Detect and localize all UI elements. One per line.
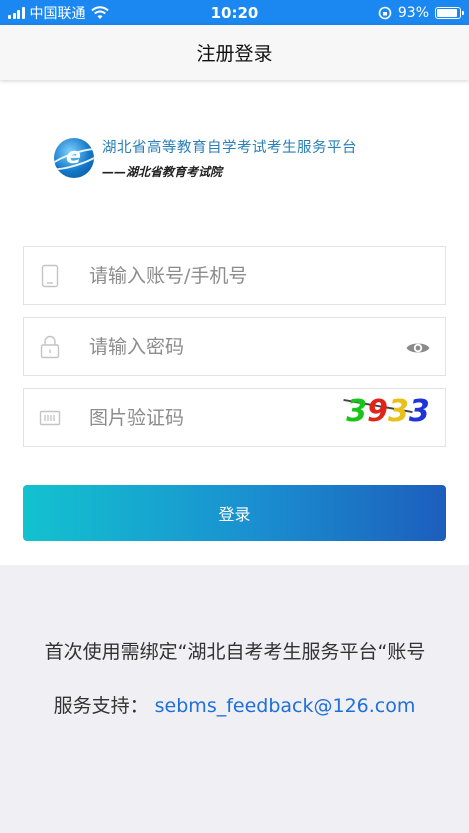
lock-icon xyxy=(39,335,61,359)
account-field[interactable] xyxy=(23,246,446,305)
barcode-icon xyxy=(39,406,61,430)
support-line: 服务支持： sebms_feedback@126.com xyxy=(0,693,469,720)
logo-text: 湖北省高等教育自学考试考生服务平台 ——湖北省教育考试院 xyxy=(102,136,357,180)
account-input[interactable] xyxy=(89,264,349,287)
battery-fill xyxy=(437,8,458,17)
platform-logo: 湖北省高等教育自学考试考生服务平台 ——湖北省教育考试院 xyxy=(54,136,357,180)
nav-bar: 注册登录 xyxy=(0,25,469,80)
page-title: 注册登录 xyxy=(196,43,273,65)
captcha-input[interactable] xyxy=(89,406,349,429)
signal-icon xyxy=(8,6,25,19)
carrier-label: 中国联通 xyxy=(29,5,86,22)
support-label: 服务支持： xyxy=(53,695,149,717)
phone-icon xyxy=(39,264,61,288)
status-left: 中国联通 xyxy=(8,3,109,23)
battery-icon xyxy=(435,6,464,19)
captcha-char: 3 xyxy=(346,393,368,429)
captcha-char: 3 xyxy=(408,393,430,429)
rotation-lock-icon xyxy=(378,6,392,19)
captcha-char: 9 xyxy=(367,393,388,429)
battery-percent: 93% xyxy=(397,4,429,21)
logo-subtitle: ——湖北省教育考试院 xyxy=(102,165,223,179)
password-input[interactable] xyxy=(89,335,349,358)
status-right: 93% xyxy=(378,4,464,21)
captcha-field[interactable]: 3933 xyxy=(23,388,446,447)
binding-notice: 首次使用需绑定“湖北自考考生服务平台“账号 xyxy=(44,641,426,663)
wifi-icon xyxy=(90,5,109,19)
platform-emblem-icon xyxy=(54,138,94,178)
eye-icon[interactable] xyxy=(405,335,431,361)
support-email-link[interactable]: sebms_feedback@126.com xyxy=(155,695,416,717)
logo-title: 湖北省高等教育自学考试考生服务平台 xyxy=(102,140,357,156)
login-button[interactable]: 登录 xyxy=(23,485,446,541)
captcha-image[interactable]: 3933 xyxy=(343,391,433,431)
status-bar: 中国联通 10:20 93% xyxy=(0,0,469,25)
password-field[interactable] xyxy=(23,317,446,376)
captcha-char: 3 xyxy=(388,393,409,429)
footer: 首次使用需绑定“湖北自考考生服务平台“账号 服务支持： sebms_feedba… xyxy=(0,565,469,833)
